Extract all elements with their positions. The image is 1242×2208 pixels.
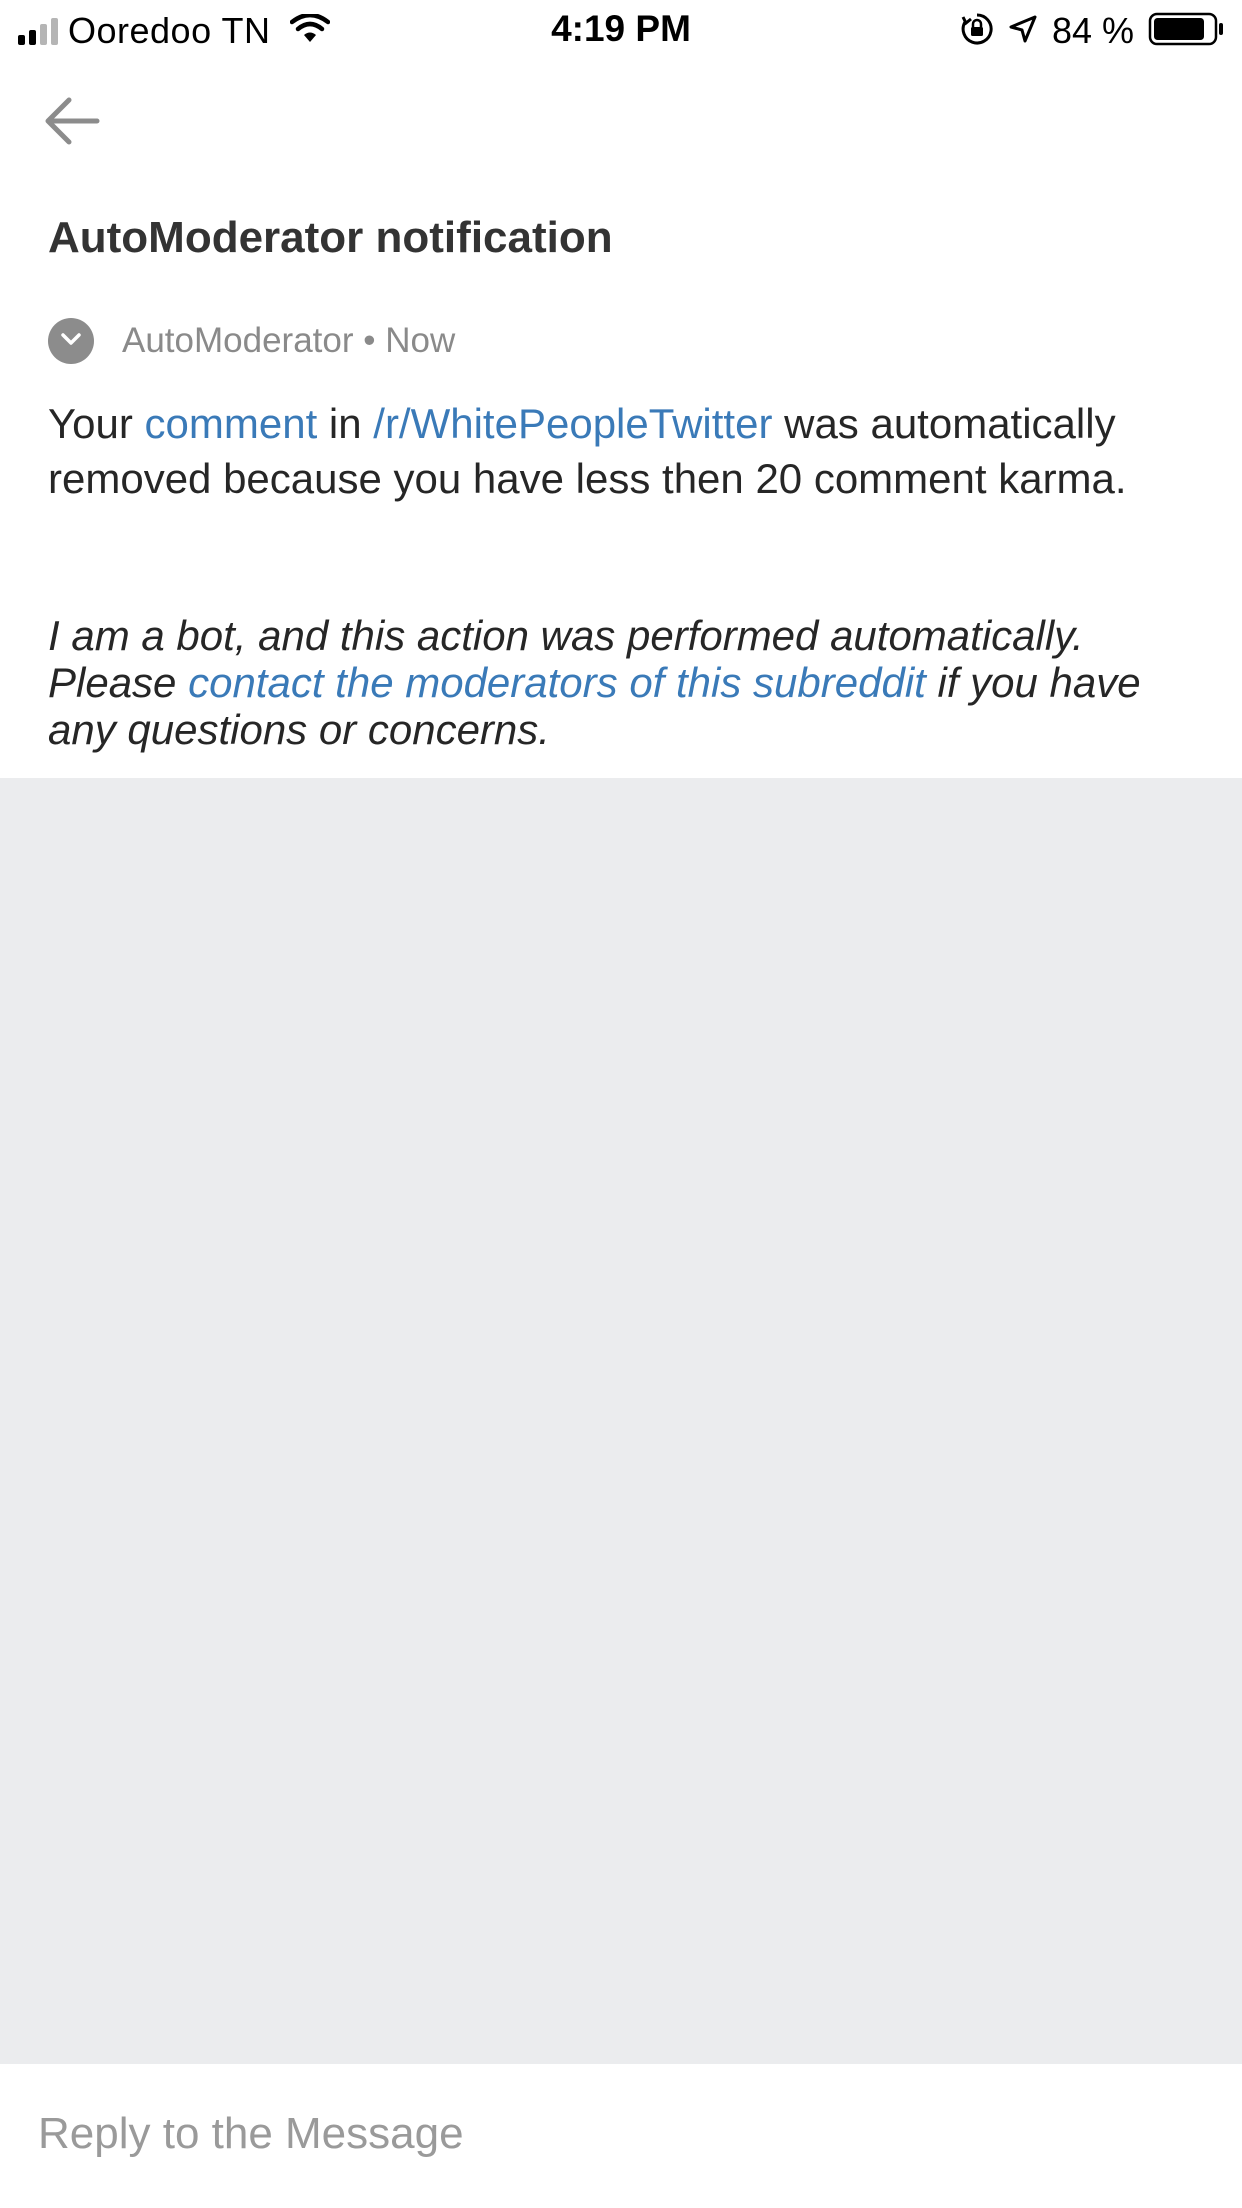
orientation-lock-icon [960, 12, 994, 51]
bot-note: I am a bot, and this action was performe… [48, 612, 1208, 753]
reply-input[interactable] [38, 2104, 1198, 2164]
message-body: Your comment in /r/WhitePeopleTwitter wa… [48, 396, 1208, 506]
back-button[interactable] [36, 90, 108, 156]
status-bar-right: 84 % [960, 10, 1226, 52]
meta-separator: • [353, 321, 386, 360]
arrow-left-icon [43, 95, 101, 152]
message-screen: Ooredoo TN 4:19 PM 84 % AutoModerator no… [0, 0, 1242, 2208]
status-bar: Ooredoo TN 4:19 PM 84 % [0, 0, 1242, 62]
chevron-down-icon [60, 332, 82, 351]
page-title: AutoModerator notification [48, 213, 613, 262]
avatar[interactable] [48, 318, 94, 364]
reply-bar [0, 2064, 1242, 2208]
body-text-2: in [317, 400, 374, 447]
battery-percent: 84 % [1051, 10, 1134, 51]
meta-text: AutoModerator • Now [122, 321, 455, 361]
message-time: Now [385, 321, 456, 360]
contact-moderators-link[interactable]: contact the moderators of this subreddit [188, 659, 926, 706]
author-name[interactable]: AutoModerator [122, 321, 354, 360]
body-text-1: Your [48, 400, 145, 447]
empty-content-area [0, 778, 1242, 2064]
comment-link[interactable]: comment [145, 400, 318, 447]
location-icon [1008, 14, 1038, 49]
message-meta: AutoModerator • Now [48, 318, 455, 364]
subreddit-link[interactable]: /r/WhitePeopleTwitter [373, 400, 772, 447]
battery-icon [1148, 11, 1226, 52]
